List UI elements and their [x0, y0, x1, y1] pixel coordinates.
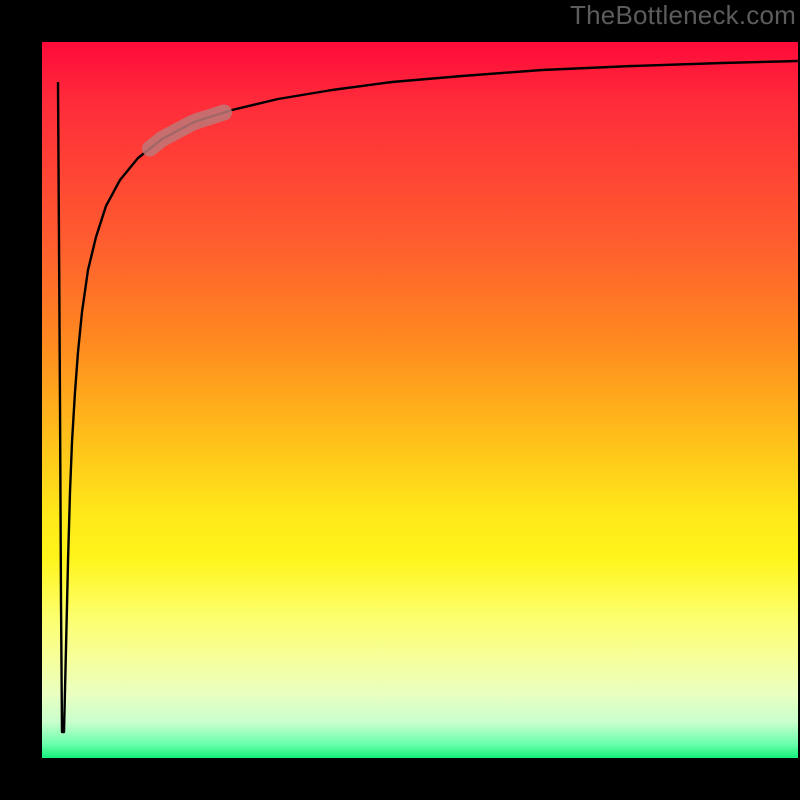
- plot-area: [42, 42, 798, 758]
- chart-stage: TheBottleneck.com: [0, 0, 800, 800]
- watermark-text: TheBottleneck.com: [570, 0, 796, 31]
- curve-layer: [42, 42, 798, 758]
- highlight-segment: [150, 113, 224, 149]
- bottleneck-curve: [58, 61, 798, 732]
